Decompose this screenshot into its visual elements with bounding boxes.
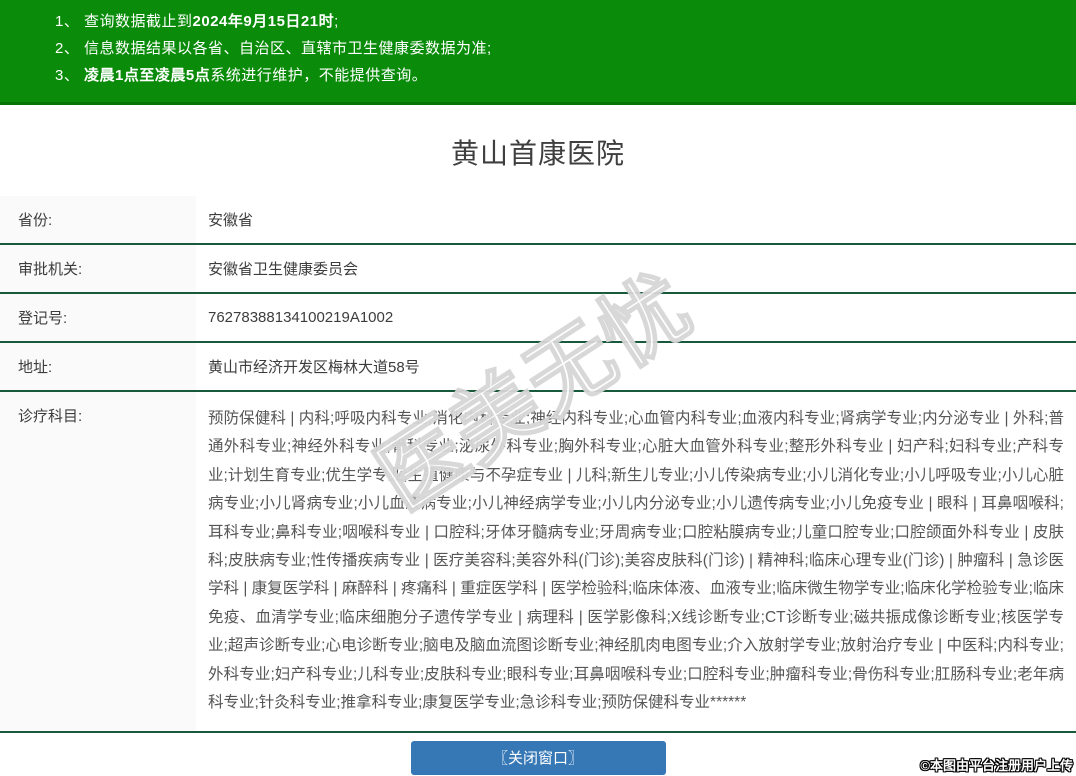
- province-value: 安徽省: [196, 196, 1076, 245]
- notice-line-3: 3、 凌晨1点至凌晨5点系统进行维护，不能提供查询。: [0, 62, 1076, 89]
- address-value: 黄山市经济开发区梅林大道58号: [196, 342, 1076, 392]
- table-row-medical-subjects: 诊疗科目: 预防保健科 | 内科;呼吸内科专业;消化内科专业;神经内科专业;心血…: [0, 391, 1076, 734]
- notice-1-bold: 2024年9月15日21时: [192, 13, 335, 30]
- notice-3-bold: 凌晨1点至凌晨5点: [84, 67, 211, 84]
- footer-attribution: ©本图由平台注册用户上传: [920, 758, 1073, 773]
- table-row-province: 省份: 安徽省: [0, 196, 1076, 245]
- registration-number-label: 登记号:: [0, 293, 196, 343]
- notice-1-prefix: 1、: [55, 13, 85, 30]
- approval-authority-label: 审批机关:: [0, 244, 196, 294]
- medical-subjects-label: 诊疗科目:: [0, 391, 196, 734]
- registration-number-value: 76278388134100219A1002: [196, 293, 1076, 343]
- address-label: 地址:: [0, 342, 196, 392]
- notice-3-suffix: 系统进行维护，不能提供查询。: [210, 67, 428, 84]
- hospital-info-table: 省份: 安徽省 审批机关: 安徽省卫生健康委员会 登记号: 7627838813…: [0, 196, 1076, 734]
- notice-1-suffix: ;: [334, 13, 339, 30]
- close-window-button[interactable]: 〖关闭窗口〗: [410, 741, 666, 776]
- button-bar: 〖关闭窗口〗: [0, 733, 1076, 776]
- hospital-title: 黄山首康医院: [450, 138, 625, 169]
- table-row-address: 地址: 黄山市经济开发区梅林大道58号: [0, 342, 1076, 392]
- table-row-registration-number: 登记号: 76278388134100219A1002: [0, 293, 1076, 343]
- province-label: 省份:: [0, 196, 196, 245]
- notice-3-prefix: 3、: [55, 67, 85, 84]
- notice-banner: 1、 查询数据截止到2024年9月15日21时; 2、 信息数据结果以各省、自治…: [0, 0, 1076, 105]
- notice-1-text: 查询数据截止到: [84, 13, 193, 30]
- medical-subjects-value: 预防保健科 | 内科;呼吸内科专业;消化内科专业;神经内科专业;心血管内科专业;…: [196, 391, 1076, 734]
- notice-2-text: 信息数据结果以各省、自治区、直辖市卫生健康委数据为准;: [84, 40, 492, 57]
- notice-line-2: 2、 信息数据结果以各省、自治区、直辖市卫生健康委数据为准;: [0, 35, 1076, 62]
- notice-line-1: 1、 查询数据截止到2024年9月15日21时;: [0, 8, 1076, 35]
- notice-2-prefix: 2、: [55, 40, 85, 57]
- table-row-approval-authority: 审批机关: 安徽省卫生健康委员会: [0, 244, 1076, 294]
- approval-authority-value: 安徽省卫生健康委员会: [196, 244, 1076, 294]
